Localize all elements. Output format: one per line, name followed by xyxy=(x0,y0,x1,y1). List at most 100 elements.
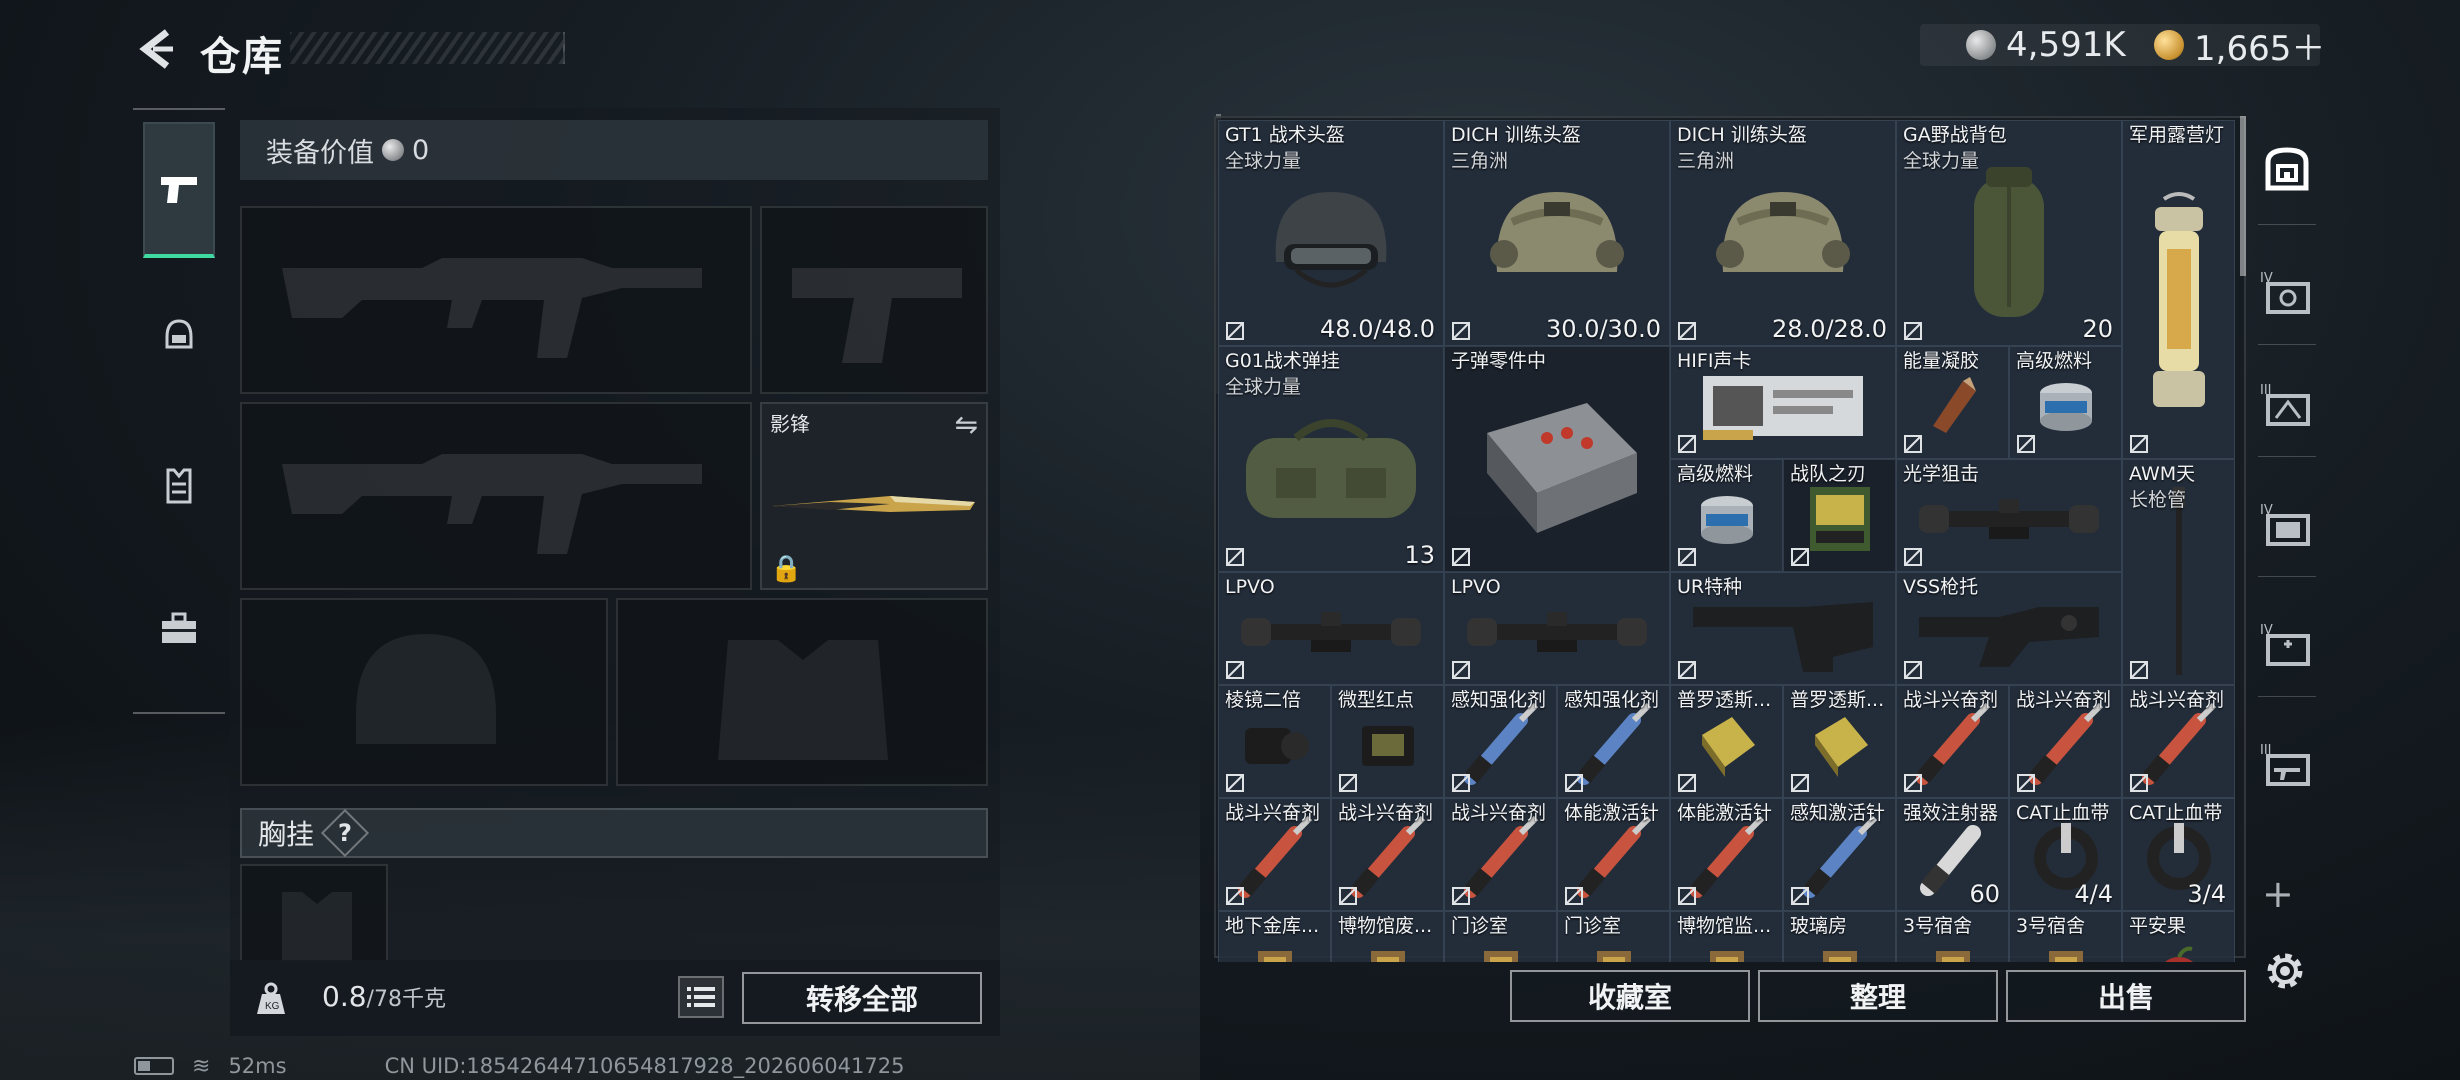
stash-item[interactable]: LPVO xyxy=(1444,572,1670,685)
tab-armor[interactable] xyxy=(143,450,215,522)
stash-item[interactable]: UR特种 xyxy=(1670,572,1896,685)
tab-weapons[interactable] xyxy=(143,122,215,258)
svg-text:KG: KG xyxy=(265,1001,280,1012)
stash-item[interactable]: DICH 训练头盔 三角洲 30.0/30.0 xyxy=(1444,120,1670,346)
stash-item[interactable]: 光学狙击 xyxy=(1896,459,2122,572)
stash-item[interactable]: 3号宿舍 xyxy=(2009,911,2122,962)
help-icon[interactable]: ? xyxy=(320,808,370,858)
weight-capacity: /78千克 xyxy=(366,987,446,1012)
stash-item[interactable]: 门诊室 xyxy=(1557,911,1670,962)
item-name: 战斗兴奋剂 xyxy=(2016,689,2112,711)
silver-coin-icon xyxy=(1966,30,1996,60)
stash-item[interactable]: 战斗兴奋剂 xyxy=(2009,685,2122,798)
stash-page-4-a[interactable]: IV xyxy=(2254,260,2320,326)
add-page-button[interactable]: + xyxy=(2262,872,2294,916)
stash-item[interactable]: 博物馆监... xyxy=(1670,911,1783,962)
secondary-weapon-slot[interactable] xyxy=(240,402,752,590)
stash-item[interactable]: AWM天 长枪管 xyxy=(2122,459,2235,685)
stash-item[interactable]: VSS枪托 xyxy=(1896,572,2122,685)
stash-item[interactable]: 战斗兴奋剂 xyxy=(1444,798,1557,911)
item-image xyxy=(1466,941,1536,962)
unsecured-icon xyxy=(1451,773,1471,793)
body-armor-slot[interactable] xyxy=(616,598,988,786)
back-button[interactable] xyxy=(132,28,182,70)
storage-tier-3-icon: III xyxy=(2260,383,2310,426)
list-view-button[interactable] xyxy=(678,976,724,1018)
stash-item[interactable]: 军用露营灯 xyxy=(2122,120,2235,459)
stash-page-3-a[interactable]: III xyxy=(2254,372,2320,438)
stash-item[interactable]: 战队之刃 xyxy=(1783,459,1896,572)
item-image xyxy=(1457,602,1657,666)
item-name: GA野战背包 xyxy=(1903,124,2007,146)
stash-item[interactable]: 体能激活针 xyxy=(1670,798,1783,911)
stash-item[interactable]: 3号宿舍 xyxy=(1896,911,2009,962)
item-name: 高级燃料 xyxy=(1677,463,1754,485)
stash-item[interactable]: GA野战背包 全球力量 20 xyxy=(1896,120,2122,346)
unsecured-icon xyxy=(2016,434,2036,454)
stash-item[interactable]: 体能激活针 xyxy=(1557,798,1670,911)
stash-item[interactable]: 感知强化剂 xyxy=(1557,685,1670,798)
stash-item[interactable]: 博物馆废... xyxy=(1331,911,1444,962)
stash-item[interactable]: GT1 战术头盔 全球力量 48.0/48.0 xyxy=(1218,120,1444,346)
collection-room-button[interactable]: 收藏室 xyxy=(1510,970,1750,1022)
stash-scrollbar[interactable] xyxy=(2240,116,2246,276)
silver-currency[interactable]: 4,591K xyxy=(1966,24,2126,66)
stash-item[interactable]: 门诊室 xyxy=(1444,911,1557,962)
stash-item[interactable]: 战斗兴奋剂 xyxy=(1218,798,1331,911)
stash-item[interactable]: 战斗兴奋剂 xyxy=(1331,798,1444,911)
stash-item[interactable]: 高级燃料 xyxy=(2009,346,2122,459)
item-subtitle: 长枪管 xyxy=(2129,489,2187,511)
tab-toolbox[interactable] xyxy=(143,592,215,664)
sell-button[interactable]: 出售 xyxy=(2006,970,2246,1022)
stash-item[interactable]: 能量凝胶 xyxy=(1896,346,2009,459)
loadout-panel: 装备价值 0 影锋 ⇋ 🔒 胸挂 ? xyxy=(230,108,1221,962)
stash-item[interactable]: CAT止血带 4/4 xyxy=(2009,798,2122,911)
stash-item[interactable]: LPVO xyxy=(1218,572,1444,685)
stash-item[interactable]: 战斗兴奋剂 xyxy=(2122,685,2235,798)
stash-item[interactable]: 高级燃料 xyxy=(1670,459,1783,572)
rifle-silhouette-icon xyxy=(282,454,702,554)
item-subtitle: 三角洲 xyxy=(1451,150,1509,172)
stash-home-tab[interactable] xyxy=(2254,136,2320,202)
item-name: LPVO xyxy=(1451,576,1501,598)
stash-item[interactable]: G01战术弹挂 全球力量 13 xyxy=(1218,346,1444,572)
stash-item[interactable]: 平安果 xyxy=(2122,911,2235,962)
stash-item[interactable]: 玻璃房 xyxy=(1783,911,1896,962)
primary-weapon-slot[interactable] xyxy=(240,206,752,394)
tab-helmet[interactable] xyxy=(143,300,215,372)
gold-currency[interactable]: 1,665＋ xyxy=(2154,24,2325,69)
stash-item[interactable]: 普罗透斯... xyxy=(1670,685,1783,798)
helmet-icon xyxy=(165,319,193,349)
helmet-slot[interactable] xyxy=(240,598,608,786)
stash-item[interactable]: 微型红点 xyxy=(1331,685,1444,798)
stash-item[interactable]: 普罗透斯... xyxy=(1783,685,1896,798)
transfer-all-button[interactable]: 转移全部 xyxy=(742,972,982,1024)
stash-item[interactable]: 棱镜二倍 xyxy=(1218,685,1331,798)
stash-item[interactable]: CAT止血带 3/4 xyxy=(2122,798,2235,911)
stash-page-3-b[interactable]: III xyxy=(2254,732,2320,798)
stash-page-4-b[interactable]: IV xyxy=(2254,492,2320,558)
item-image xyxy=(1918,371,1988,445)
settings-button[interactable] xyxy=(2262,948,2308,994)
stash-item[interactable]: 地下金库... xyxy=(1218,911,1331,962)
stash-item[interactable]: 战斗兴奋剂 xyxy=(1896,685,2009,798)
stash-item[interactable]: 强效注射器 60 xyxy=(1896,798,2009,911)
sort-button[interactable]: 整理 xyxy=(1758,970,1998,1022)
stash-item[interactable]: 感知强化剂 xyxy=(1444,685,1557,798)
melee-slot[interactable]: 影锋 ⇋ 🔒 xyxy=(760,402,988,590)
item-image xyxy=(1805,941,1875,962)
item-name: 普罗透斯... xyxy=(1677,689,1772,711)
stash-item[interactable]: HIFI声卡 xyxy=(1670,346,1896,459)
sidearm-slot[interactable] xyxy=(760,206,988,394)
storage-tier-4-icon: IV xyxy=(2260,271,2310,314)
item-value: 28.0/28.0 xyxy=(1772,315,1887,343)
chest-rig-slot[interactable] xyxy=(240,864,388,962)
stash-item[interactable]: 感知激活针 xyxy=(1783,798,1896,911)
stash-page-4-c[interactable]: IV xyxy=(2254,612,2320,678)
stash-item[interactable]: 子弹零件中 xyxy=(1444,346,1670,572)
stash-item[interactable]: DICH 训练头盔 三角洲 28.0/28.0 xyxy=(1670,120,1896,346)
swap-icon[interactable]: ⇋ xyxy=(955,408,978,441)
unsecured-icon xyxy=(1225,321,1245,341)
item-image xyxy=(1240,941,1310,962)
item-image xyxy=(1482,182,1632,306)
